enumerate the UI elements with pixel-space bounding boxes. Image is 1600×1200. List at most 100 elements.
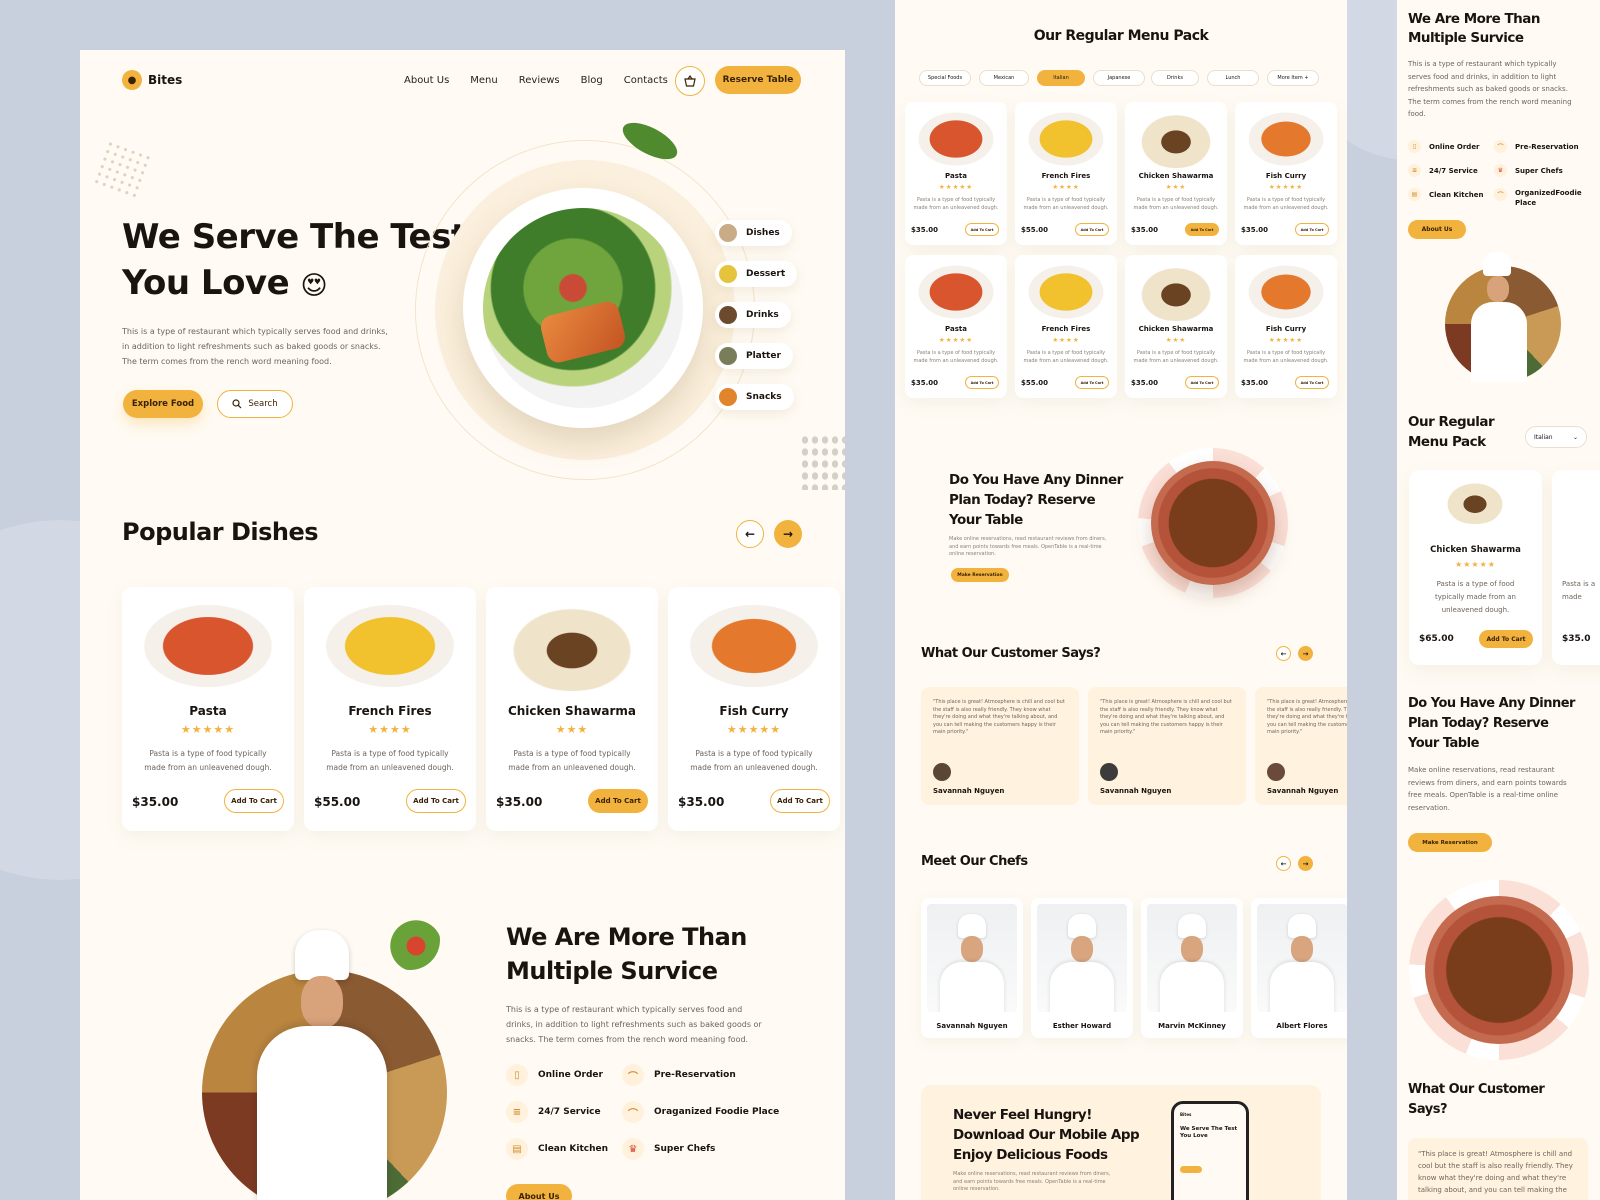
category-dessert[interactable]: Dessert [715, 261, 798, 287]
drinks-icon [719, 306, 737, 324]
menu-item-card[interactable]: Chicken Shawarma ★★★ Pasta is a type of … [1125, 255, 1227, 398]
filter-mexican[interactable]: Mexican [979, 70, 1029, 86]
nav-link-contacts[interactable]: Contacts [624, 75, 668, 86]
kitchen-icon: ▤ [506, 1138, 528, 1160]
menu-add-to-cart-button[interactable]: Add To Cart [965, 376, 999, 389]
menu-item-image [915, 263, 997, 321]
menu-item-card[interactable]: Pasta ★★★★★ Pasta is a type of food typi… [905, 102, 1007, 245]
dish-card[interactable]: Fish Curry ★★★★★ Pasta is a type of food… [668, 587, 840, 831]
dessert-icon [719, 265, 737, 283]
mobile-about-button[interactable]: About Us [1408, 220, 1466, 239]
chefs-title: Meet Our Chefs [921, 854, 1028, 869]
chicken-shawarma-image [1443, 480, 1507, 524]
dish-name: Fish Curry [719, 704, 789, 718]
add-to-cart-button[interactable]: Add To Cart [406, 789, 466, 813]
dish-image [684, 601, 824, 691]
chef-card[interactable]: Marvin McKinney [1141, 898, 1243, 1038]
add-to-cart-button[interactable]: Add To Cart [224, 789, 284, 813]
salad-plate-image [463, 188, 703, 428]
category-drinks[interactable]: Drinks [715, 302, 791, 328]
desktop-landing-panel: ● Bites About Us Menu Reviews Blog Conta… [80, 50, 845, 1200]
dish-image [138, 601, 278, 691]
menu-item-description: Pasta is a type of food typically made f… [1023, 197, 1109, 211]
menu-item-rating: ★★★★★ [938, 183, 974, 191]
mobile-menu-select[interactable]: Italian ⌄ [1525, 426, 1587, 448]
menu-item-card[interactable]: Fish Curry ★★★★★ Pasta is a type of food… [1235, 102, 1337, 245]
chef-photo [1147, 904, 1237, 1012]
category-snacks[interactable]: Snacks [715, 384, 794, 410]
filter-special-foods[interactable]: Special Foods [919, 70, 971, 86]
menu-item-card[interactable]: Chicken Shawarma ★★★ Pasta is a type of … [1125, 102, 1227, 245]
filter-drinks[interactable]: Drinks [1151, 70, 1199, 86]
nav-link-about[interactable]: About Us [404, 75, 449, 86]
make-reservation-button[interactable]: Make Reservation [951, 568, 1009, 582]
menu-item-card[interactable]: French Fires ★★★★ Pasta is a type of foo… [1015, 102, 1117, 245]
cart-button[interactable] [675, 66, 705, 96]
add-to-cart-button[interactable]: Add To Cart [770, 789, 830, 813]
heart-eyes-emoji: 😍 [300, 271, 328, 301]
menu-item-image [1025, 263, 1107, 321]
reserve-table-button[interactable]: Reserve Table [715, 66, 801, 94]
dish-card[interactable]: Chicken Shawarma ★★★ Pasta is a type of … [486, 587, 658, 831]
brand-logo[interactable]: ● Bites [122, 70, 182, 90]
header: ● Bites About Us Menu Reviews Blog Conta… [122, 66, 807, 96]
service-24-7: ≡ 24/7 Service [506, 1101, 601, 1123]
category-dishes[interactable]: Dishes [715, 220, 792, 246]
menu-item-card[interactable]: Pasta ★★★★★ Pasta is a type of food typi… [905, 255, 1007, 398]
menu-item-card[interactable]: Fish Curry ★★★★★ Pasta is a type of food… [1235, 255, 1337, 398]
explore-food-button[interactable]: Explore Food [123, 390, 203, 418]
filter-japanese[interactable]: Japanese [1093, 70, 1145, 86]
nav-link-blog[interactable]: Blog [581, 75, 603, 86]
add-to-cart-button[interactable]: Add To Cart [588, 789, 648, 813]
nav-link-reviews[interactable]: Reviews [519, 75, 560, 86]
app-download-banner: Never Feel Hungry! Download Our Mobile A… [921, 1085, 1321, 1200]
menu-item-rating: ★★★★ [1052, 183, 1080, 191]
menu-add-to-cart-button[interactable]: Add To Cart [1185, 223, 1219, 236]
menu-item-card[interactable]: French Fires ★★★★ Pasta is a type of foo… [1015, 255, 1117, 398]
brand-name: Bites [148, 73, 183, 87]
popular-next-button[interactable]: → [774, 520, 802, 548]
menu-add-to-cart-button[interactable]: Add To Cart [1185, 376, 1219, 389]
chef-card[interactable]: Albert Flores [1251, 898, 1347, 1038]
chef-card[interactable]: Savannah Nguyen [921, 898, 1023, 1038]
mobile-menu-card[interactable]: Chicken Shawarma ★★★★★ Pasta is a type o… [1409, 470, 1542, 665]
menu-add-to-cart-button[interactable]: Add To Cart [1075, 376, 1109, 389]
dish-image [502, 601, 642, 691]
filter-more-item[interactable]: More Item + [1267, 70, 1319, 86]
hero-search-label: Search [248, 399, 278, 409]
mobile-add-to-cart-button[interactable]: Add To Cart [1479, 630, 1533, 648]
menu-add-to-cart-button[interactable]: Add To Cart [1295, 376, 1329, 389]
mobile-make-reservation-button[interactable]: Make Reservation [1408, 833, 1492, 852]
service-pre-reservation: ⌒ Pre-Reservation [622, 1064, 736, 1086]
service-clean-kitchen: ▤ Clean Kitchen [506, 1138, 608, 1160]
app-title: Never Feel Hungry! Download Our Mobile A… [953, 1107, 1140, 1163]
hero-description: This is a type of restaurant which typic… [122, 327, 388, 366]
popular-dishes-title: Popular Dishes [122, 518, 319, 546]
category-platter[interactable]: Platter [715, 343, 793, 369]
arrow-left-icon: ← [744, 527, 756, 541]
mobile-menu-card-partial[interactable]: Pasta is a made $35.0 [1552, 470, 1600, 665]
mobile-testimonials-title: What Our Customer Says? [1408, 1082, 1545, 1117]
mobile-menu-title: Our Regular Menu Pack [1408, 414, 1495, 450]
services-about-button[interactable]: About Us [506, 1184, 572, 1200]
testimonials-next-button[interactable]: → [1298, 646, 1313, 661]
chef-collage-image [202, 930, 447, 1200]
popular-prev-button[interactable]: ← [736, 520, 764, 548]
menu-add-to-cart-button[interactable]: Add To Cart [1075, 223, 1109, 236]
dish-card[interactable]: French Fires ★★★★ Pasta is a type of foo… [304, 587, 476, 831]
filter-italian[interactable]: Italian [1037, 70, 1085, 86]
cloche-icon: ⌒ [622, 1064, 644, 1086]
menu-pack-title: Our Regular Menu Pack [1033, 28, 1209, 44]
chef-card[interactable]: Esther Howard [1031, 898, 1133, 1038]
menu-add-to-cart-button[interactable]: Add To Cart [1295, 223, 1329, 236]
menu-add-to-cart-button[interactable]: Add To Cart [965, 223, 999, 236]
nav-link-menu[interactable]: Menu [470, 75, 497, 86]
hero-search-button[interactable]: Search [217, 390, 293, 418]
filter-lunch[interactable]: Lunch [1207, 70, 1259, 86]
chefs-next-button[interactable]: → [1298, 856, 1313, 871]
testimonials-prev-button[interactable]: ← [1276, 646, 1291, 661]
dish-rating: ★★★★★ [180, 723, 236, 736]
menu-item-description: Pasta is a type of food typically made f… [1133, 350, 1219, 364]
chefs-prev-button[interactable]: ← [1276, 856, 1291, 871]
dish-card[interactable]: Pasta ★★★★★ Pasta is a type of food typi… [122, 587, 294, 831]
